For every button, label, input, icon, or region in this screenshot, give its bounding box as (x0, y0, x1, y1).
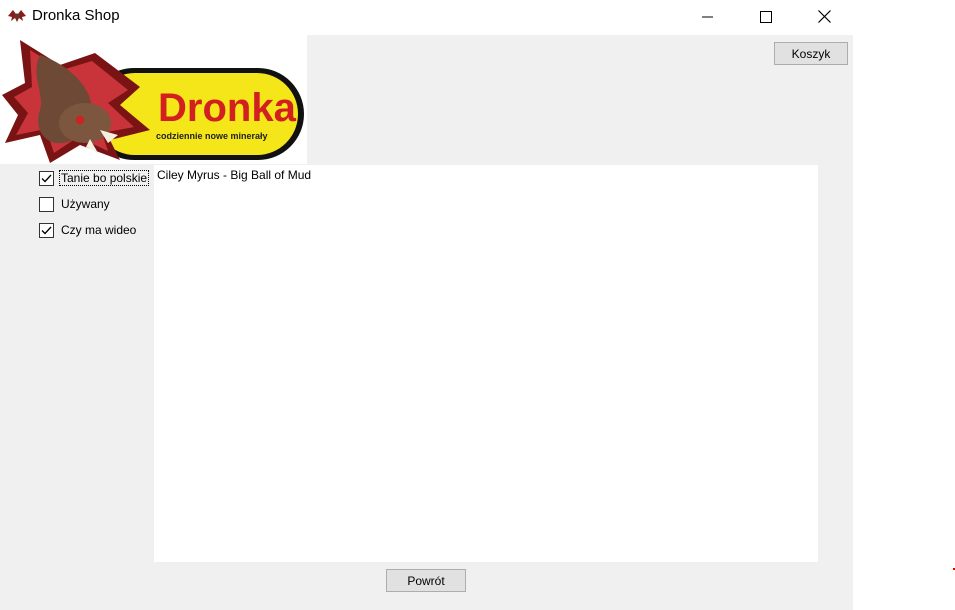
checkmark-icon (41, 226, 52, 234)
main-window-client: Dronka codziennie nowe minerały Koszyk T… (0, 35, 853, 610)
dronka-logo: Dronka codziennie nowe minerały (0, 35, 307, 164)
filter-label-has-video: Czy ma wideo (61, 223, 137, 237)
cart-button[interactable]: Koszyk (774, 42, 848, 65)
checkmark-icon (41, 174, 52, 182)
product-list[interactable]: Ciley Myrus - Big Ball of Mud (154, 165, 818, 562)
filter-label-cheap-polish: Tanie bo polskie (58, 170, 150, 186)
maximize-button[interactable] (737, 0, 795, 33)
maximize-icon (760, 10, 772, 23)
close-icon (817, 10, 831, 23)
list-item[interactable]: Ciley Myrus - Big Ball of Mud (154, 165, 818, 182)
filter-has-video[interactable]: Czy ma wideo (39, 221, 136, 239)
checkbox-has-video[interactable] (39, 222, 54, 238)
checkbox-used[interactable] (39, 196, 54, 212)
minimize-button[interactable] (679, 0, 737, 33)
logo-tagline-text: codziennie nowe minerały (156, 131, 268, 141)
minimize-icon (702, 16, 713, 17)
logo-brand-text: Dronka (158, 86, 297, 130)
title-bar: Dronka Shop (0, 0, 853, 33)
window-title: Dronka Shop (32, 7, 120, 24)
back-button[interactable]: Powrót (386, 569, 466, 592)
checkbox-cheap-polish[interactable] (39, 170, 54, 186)
filter-used[interactable]: Używany (39, 195, 110, 213)
filter-label-used: Używany (61, 197, 110, 211)
close-button[interactable] (795, 0, 853, 33)
filter-cheap-polish[interactable]: Tanie bo polskie (39, 169, 150, 187)
dragon-app-icon (7, 8, 27, 24)
